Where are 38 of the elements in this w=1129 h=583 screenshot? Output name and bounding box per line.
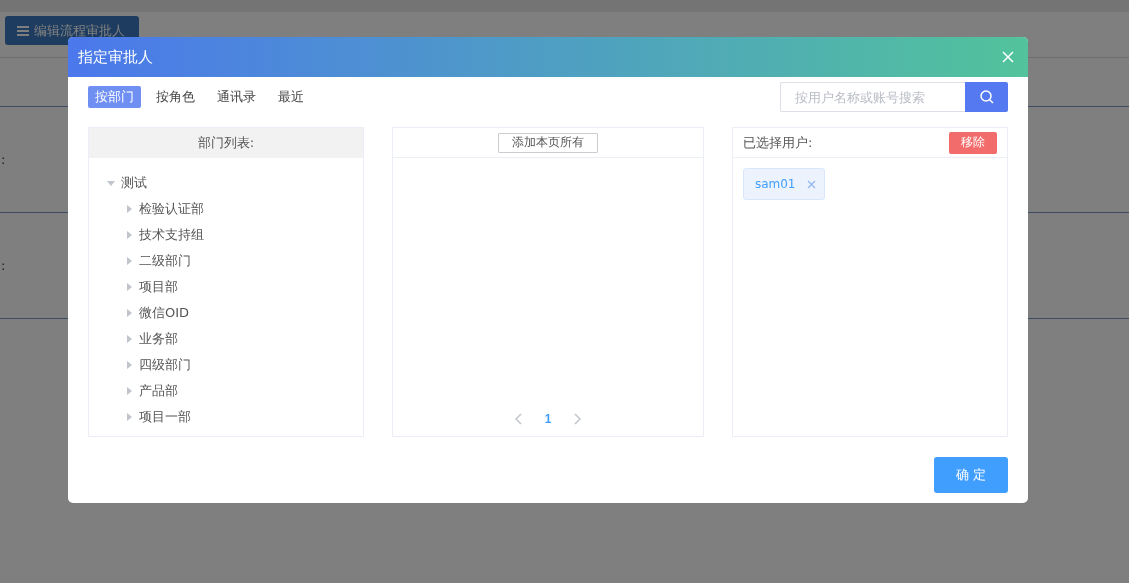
tree-node-label[interactable]: 产品部 xyxy=(139,382,178,400)
tab[interactable]: 通讯录 xyxy=(210,86,263,108)
caret-right-icon[interactable] xyxy=(125,231,133,239)
tree-node-label[interactable]: 二级部门 xyxy=(139,252,191,270)
search-field[interactable]: 按用户名称或账号搜索 xyxy=(780,82,965,112)
caret-right-icon[interactable] xyxy=(125,205,133,213)
tab[interactable]: 按角色 xyxy=(149,86,202,108)
tree-node-label[interactable]: 技术支持组 xyxy=(139,226,204,244)
search-icon xyxy=(979,90,994,104)
tree-node-label[interactable]: 测试 xyxy=(121,174,147,192)
tree-node-label[interactable]: 项目部 xyxy=(139,278,178,296)
caret-right-icon[interactable] xyxy=(125,413,133,421)
caret-right-icon[interactable] xyxy=(125,335,133,343)
previous-page-button[interactable] xyxy=(514,413,523,425)
next-page-button[interactable] xyxy=(573,413,582,425)
tag-close-button[interactable] xyxy=(807,179,817,189)
dialog-title: 指定审批人 xyxy=(78,47,153,67)
tree-node-label[interactable]: 业务部 xyxy=(139,330,178,348)
tree-node-label[interactable]: 四级部门 xyxy=(139,356,191,374)
search-button[interactable] xyxy=(965,82,1008,112)
caret-right-icon[interactable] xyxy=(125,309,133,317)
caret-right-icon[interactable] xyxy=(125,283,133,291)
caret-right-icon[interactable] xyxy=(125,361,133,369)
field-label: : xyxy=(1,152,6,167)
list-icon xyxy=(17,25,29,36)
panel-header: 已选择用户: xyxy=(742,133,813,152)
panel-header: 部门列表: xyxy=(197,134,255,152)
caret-down-icon[interactable] xyxy=(107,179,115,187)
close-button[interactable] xyxy=(1000,49,1016,65)
tree-node-label[interactable]: 检验认证部 xyxy=(139,200,204,218)
tree-node-label[interactable]: 项目一部 xyxy=(139,408,191,426)
caret-right-icon[interactable] xyxy=(125,387,133,395)
tab[interactable]: 最近 xyxy=(271,86,311,108)
field-label: : xyxy=(1,258,6,273)
add-all-button[interactable]: 添加本页所有 xyxy=(498,132,598,153)
caret-right-icon[interactable] xyxy=(125,257,133,265)
tree-node-label[interactable]: 微信OID xyxy=(139,304,190,322)
user-name: sam01 xyxy=(754,177,796,191)
